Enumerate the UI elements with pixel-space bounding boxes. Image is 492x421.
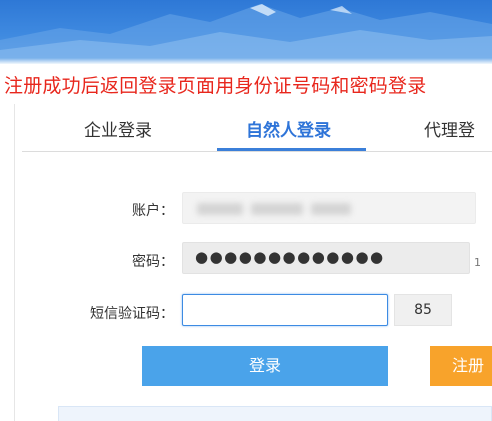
password-field[interactable]: ●●●●●●●●●●●●● [182,242,470,274]
register-button[interactable]: 注册 [430,346,492,386]
tab-agent-login[interactable]: 代理登 [424,116,475,141]
password-label: 密码： [132,254,174,270]
redacted-text [197,203,243,215]
active-tab-indicator [217,148,366,151]
sms-code-input[interactable] [182,294,388,326]
account-label: 账户： [132,203,174,219]
password-mask: ●●●●●●●●●●●●● [195,248,385,266]
registration-notice: 注册成功后返回登录页面用身份证号码和密码登录 [4,75,427,97]
tab-enterprise-login[interactable]: 企业登录 [84,116,152,141]
redacted-text [311,203,351,215]
header-banner [0,0,492,64]
sms-code-label: 短信验证码： [90,306,174,322]
info-box [58,406,492,421]
redacted-text [251,203,303,215]
edge-text: 1 [474,256,481,269]
mountain-banner-image [0,4,492,64]
captcha-code[interactable]: 85 [394,294,452,326]
account-field[interactable] [182,192,476,224]
tab-individual-login[interactable]: 自然人登录 [246,116,331,141]
login-tabs: 企业登录 自然人登录 代理登 [22,106,492,152]
login-button[interactable]: 登录 [142,346,388,386]
